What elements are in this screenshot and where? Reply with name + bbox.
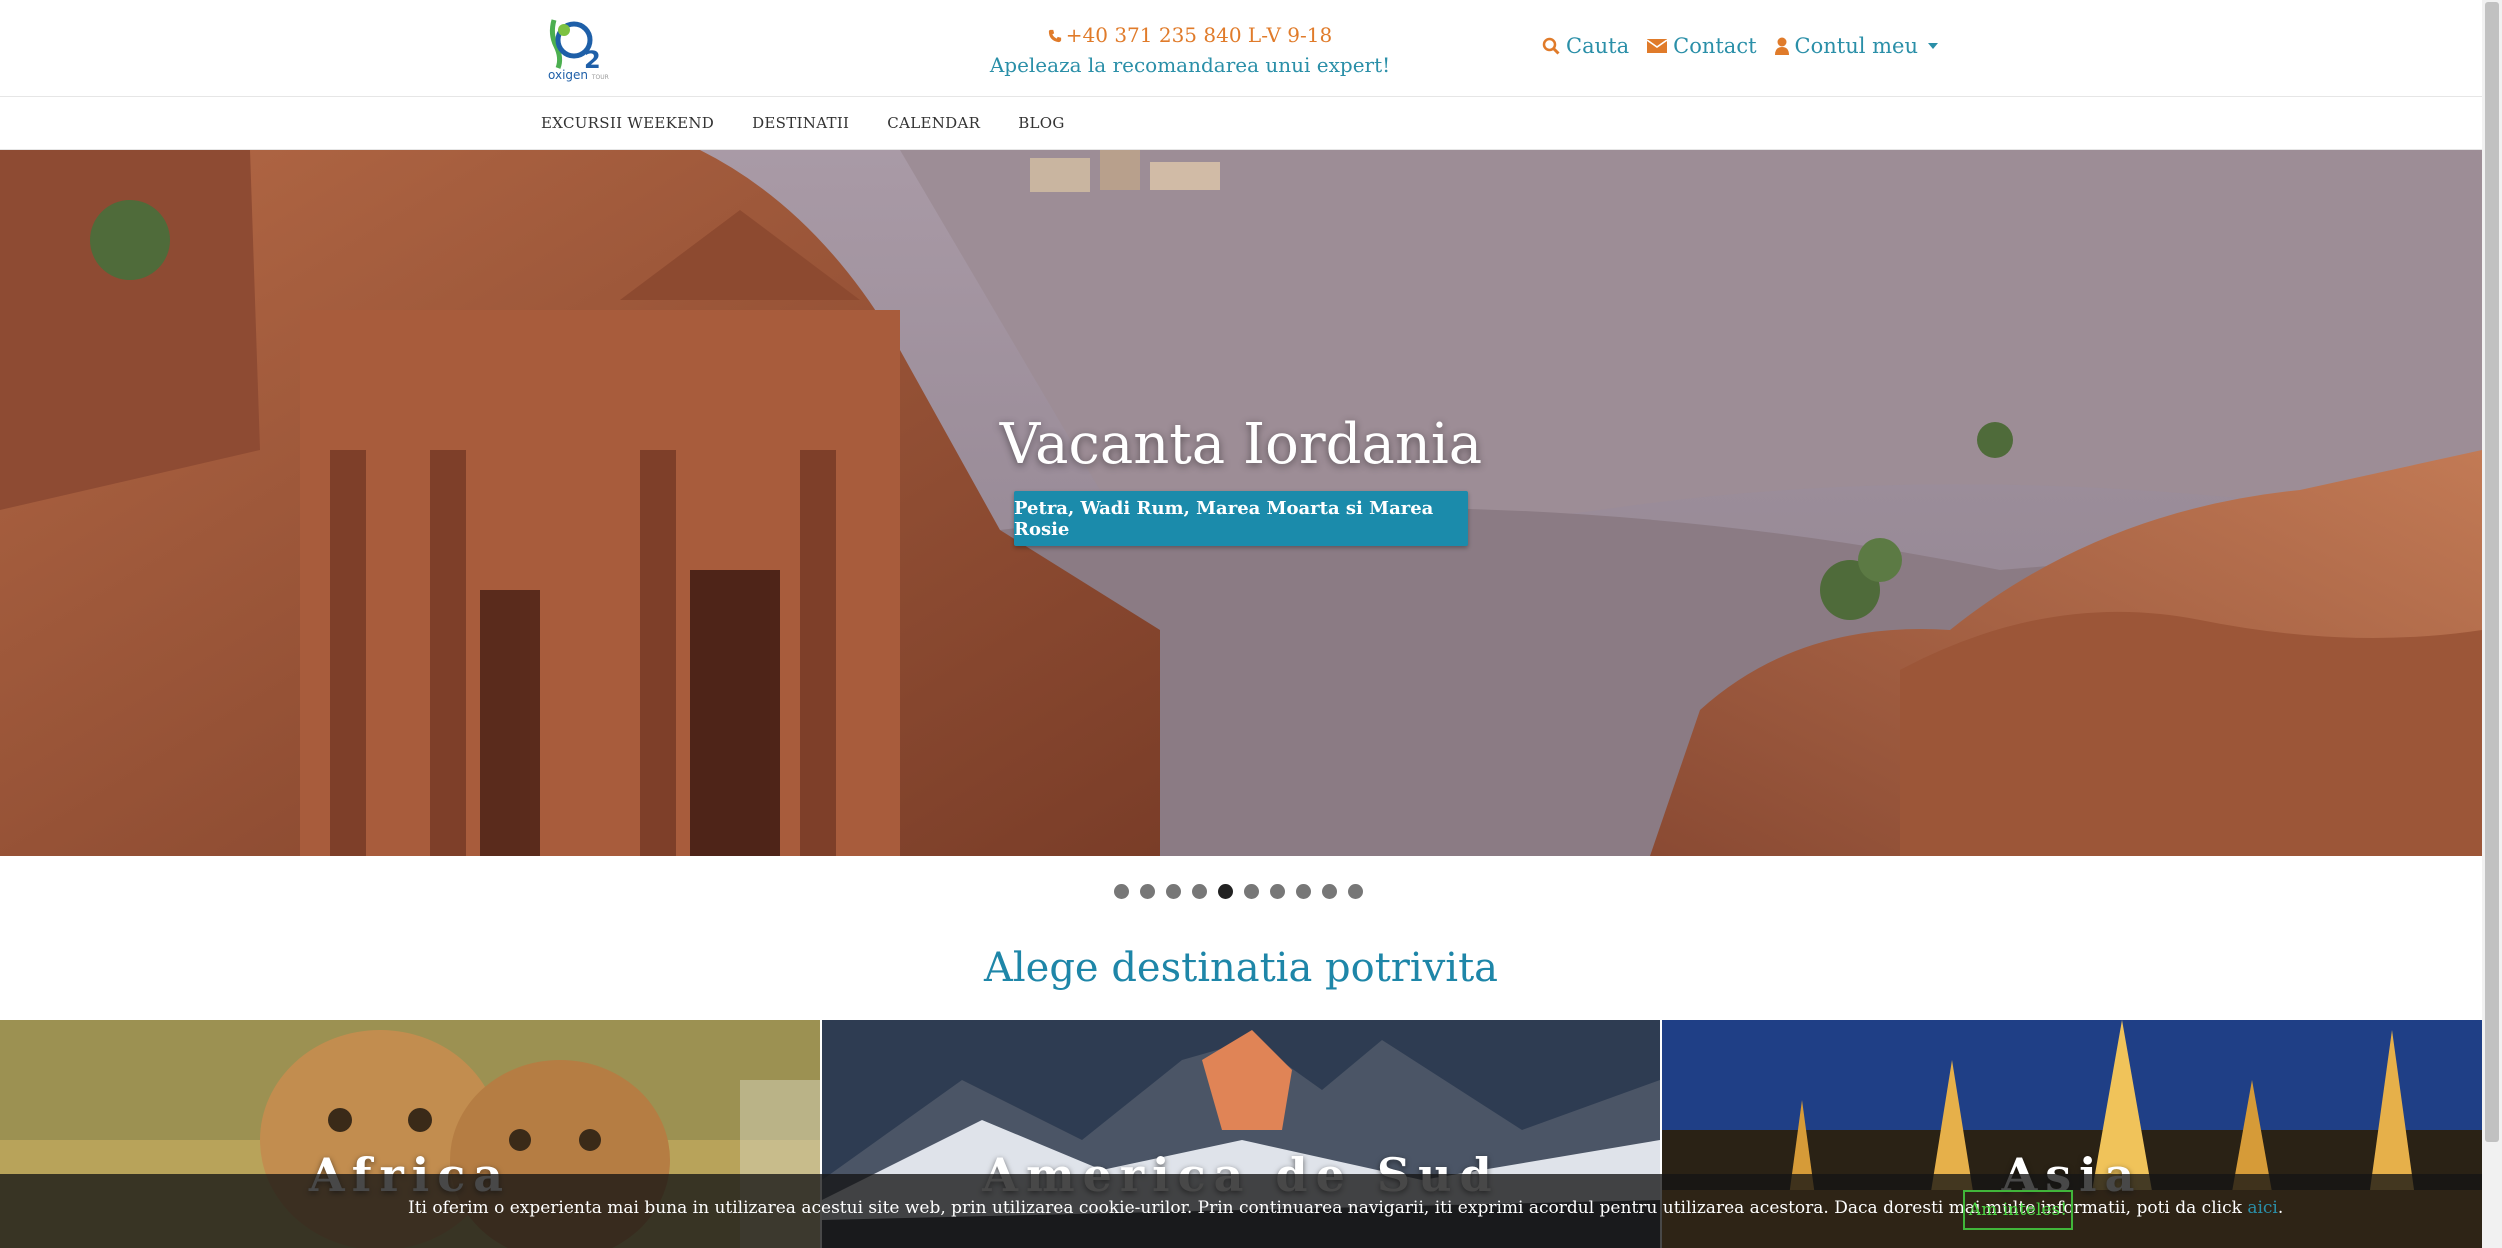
- contact-link[interactable]: Contact: [1647, 34, 1757, 58]
- slider-dot[interactable]: [1322, 884, 1337, 899]
- contact-center: +40 371 235 840 L-V 9-18 Apeleaza la rec…: [980, 20, 1400, 80]
- cookie-accept-button[interactable]: Am inteles!: [1963, 1190, 2073, 1230]
- chevron-down-icon: [1928, 43, 1938, 49]
- slider-dot-active[interactable]: [1218, 884, 1233, 899]
- nav-item-blog[interactable]: BLOG: [1018, 114, 1064, 132]
- user-icon: [1774, 37, 1789, 55]
- slider-dot[interactable]: [1192, 884, 1207, 899]
- slider-dot[interactable]: [1166, 884, 1181, 899]
- search-icon: [1542, 37, 1560, 55]
- phone-number: +40 371 235 840 L-V 9-18: [1065, 23, 1333, 47]
- hero-cta-button[interactable]: Petra, Wadi Rum, Marea Moarta si Marea R…: [1014, 491, 1468, 546]
- logo-caption: oxigen TOUR: [548, 68, 609, 82]
- nav-item-calendar[interactable]: CALENDAR: [887, 114, 980, 132]
- expert-tagline: Apeleaza la recomandarea unui expert!: [989, 53, 1391, 77]
- search-link[interactable]: Cauta: [1542, 34, 1629, 58]
- slider-dot[interactable]: [1244, 884, 1259, 899]
- envelope-icon: [1647, 39, 1668, 53]
- phone-icon: [1048, 29, 1061, 43]
- contact-label: Contact: [1673, 34, 1757, 58]
- slider-dot[interactable]: [1270, 884, 1285, 899]
- nav-item-destinatii[interactable]: DESTINATII: [752, 114, 849, 132]
- main-nav: EXCURSII WEEKEND DESTINATII CALENDAR BLO…: [0, 96, 2482, 150]
- slider-dot[interactable]: [1114, 884, 1129, 899]
- search-label: Cauta: [1566, 34, 1630, 58]
- cookie-more-link[interactable]: aici: [2247, 1198, 2278, 1218]
- logo-text: oxigen: [548, 68, 589, 82]
- nav-item-excursii-weekend[interactable]: EXCURSII WEEKEND: [541, 114, 714, 132]
- slider-pagination: [1114, 884, 1363, 899]
- hero-title: Vacanta Iordania: [999, 412, 1483, 477]
- account-menu[interactable]: Contul meu: [1774, 34, 1938, 58]
- cookie-end: .: [2277, 1198, 2284, 1218]
- slider-dot[interactable]: [1348, 884, 1363, 899]
- cookie-banner: Iti oferim o experienta mai buna in util…: [0, 1174, 2482, 1248]
- page-scrollbar[interactable]: [2482, 0, 2502, 1248]
- phone-line[interactable]: +40 371 235 840 L-V 9-18: [980, 20, 1400, 50]
- site-header: 2 oxigen TOUR +40 371 235 840 L-V 9-18 A…: [0, 0, 2482, 96]
- hero-slider[interactable]: Vacanta Iordania Petra, Wadi Rum, Marea …: [0, 150, 2482, 856]
- header-links: Cauta Contact Contul meu: [1542, 34, 1938, 58]
- logo-small-text: TOUR: [591, 74, 609, 81]
- scrollbar-thumb[interactable]: [2485, 2, 2499, 1142]
- account-label: Contul meu: [1794, 34, 1918, 58]
- slider-dot[interactable]: [1296, 884, 1311, 899]
- section-title: Alege destinatia potrivita: [983, 945, 1499, 991]
- slider-dot[interactable]: [1140, 884, 1155, 899]
